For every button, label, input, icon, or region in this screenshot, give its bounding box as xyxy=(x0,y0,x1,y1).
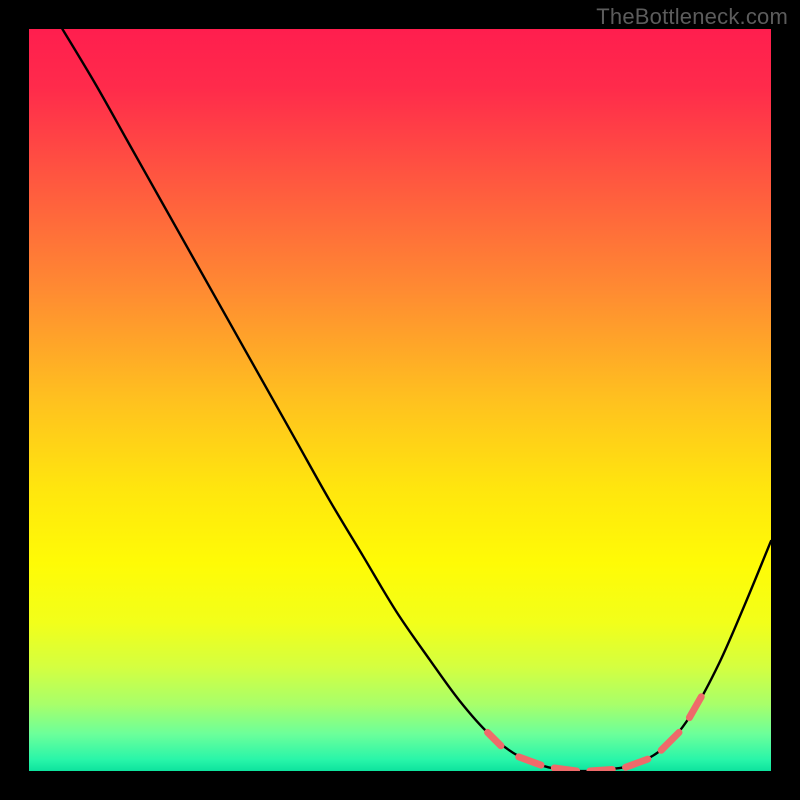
bottleneck-curve xyxy=(62,29,771,771)
chart-frame: TheBottleneck.com xyxy=(0,0,800,800)
highlight-dash xyxy=(554,768,576,771)
highlight-dash xyxy=(689,697,701,718)
highlight-dash xyxy=(590,770,612,771)
watermark-text: TheBottleneck.com xyxy=(596,4,788,30)
highlight-dash xyxy=(626,759,648,767)
highlight-dash xyxy=(519,757,541,765)
highlight-dash xyxy=(661,732,679,750)
highlight-dash xyxy=(488,732,501,745)
highlight-dashes xyxy=(488,697,702,771)
curve-layer xyxy=(29,29,771,771)
plot-area xyxy=(29,29,771,771)
